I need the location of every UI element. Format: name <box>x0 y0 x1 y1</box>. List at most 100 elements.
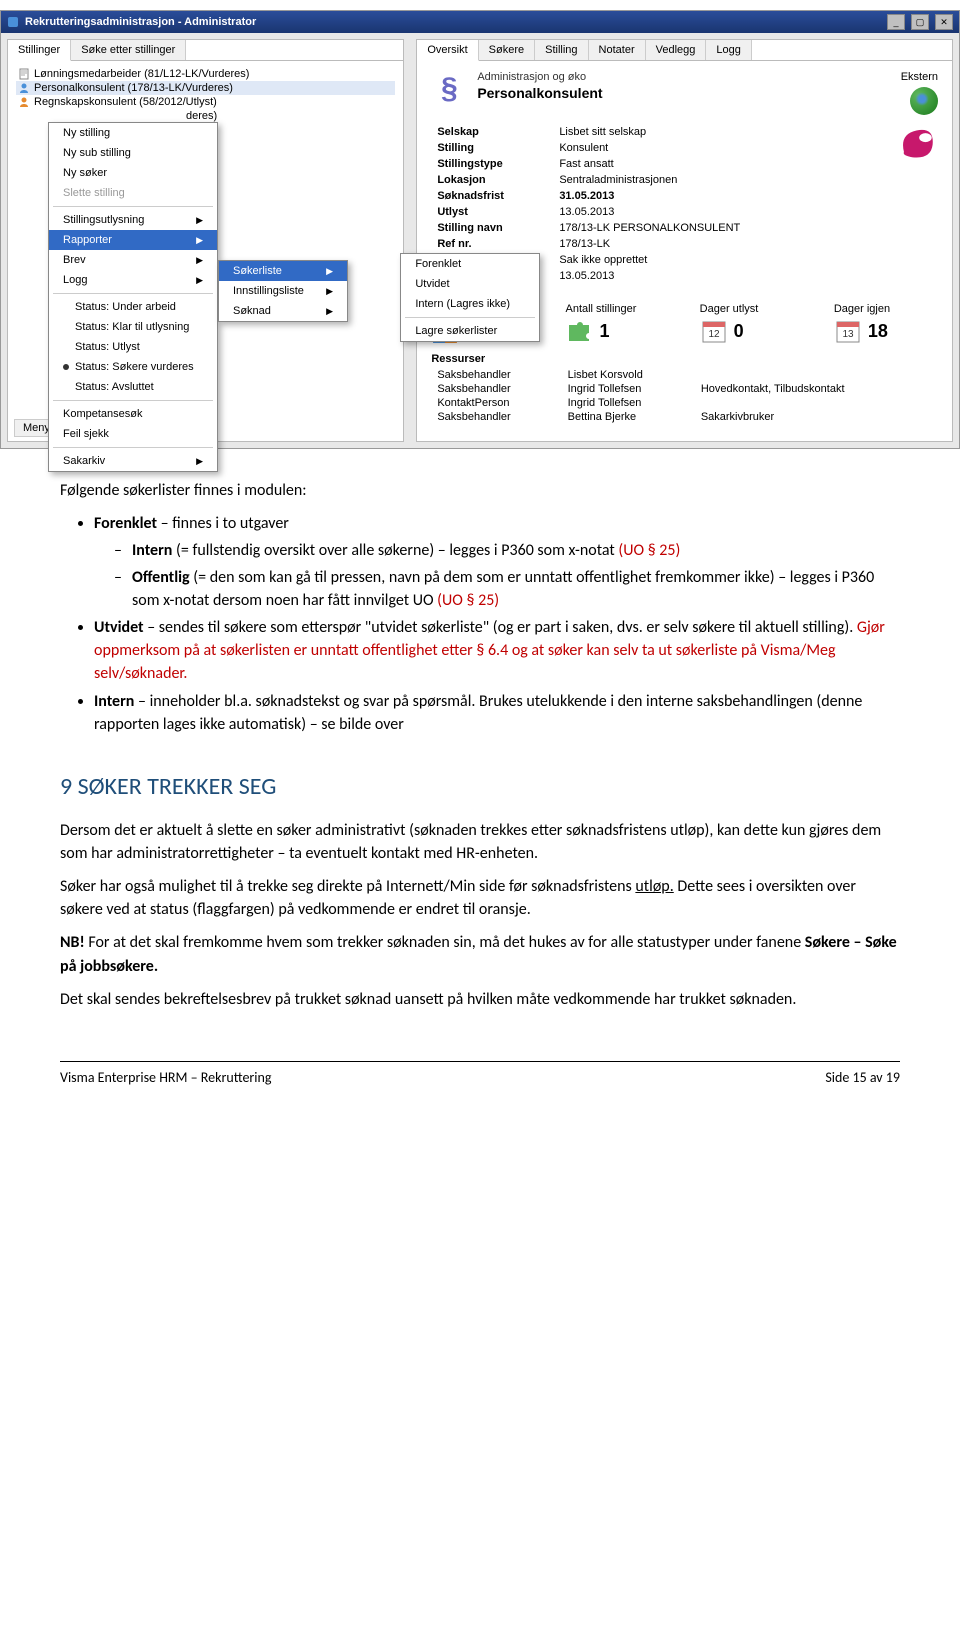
ctx-label: Rapporter <box>63 234 112 246</box>
tree-item-label: Lønningsmedarbeider (81/L12-LK/Vurderes) <box>34 68 249 80</box>
sub-sokerliste[interactable]: Søkerliste ▶ <box>219 261 347 281</box>
ctx-label: Status: Avsluttet <box>75 381 154 393</box>
chevron-right-icon: ▶ <box>326 286 333 297</box>
sub2-forenklet[interactable]: Forenklet <box>401 254 539 274</box>
window-title: Rekrutteringsadministrasjon - Administra… <box>25 16 881 28</box>
chevron-right-icon: ▶ <box>196 235 203 246</box>
body-text: (= fullstendig oversikt over alle søkern… <box>172 541 618 560</box>
bold-text: Offentlig <box>132 568 190 587</box>
close-button[interactable]: ✕ <box>935 14 953 30</box>
body-text: For at det skal fremkomme hvem som trekk… <box>85 933 805 952</box>
maximize-button[interactable]: ▢ <box>911 14 929 30</box>
paragraph: NB! For at det skal fremkomme hvem som t… <box>60 931 900 977</box>
ressurser-header: Ressurser <box>431 353 938 365</box>
ctx-label: Innstillingsliste <box>233 285 304 297</box>
ctx-label: Sakarkiv <box>63 455 105 467</box>
ctx-label: Søknad <box>233 305 271 317</box>
ctx-kompetansesok[interactable]: Kompetansesøk <box>49 404 217 424</box>
sub-innstilling[interactable]: Innstillingsliste ▶ <box>219 281 347 301</box>
ctx-status-utlyst[interactable]: Status: Utlyst <box>49 337 217 357</box>
rtab-sokere[interactable]: Søkere <box>479 40 535 60</box>
kv-row: StillingstypeFast ansatt <box>433 157 883 171</box>
ctx-sakarkiv[interactable]: Sakarkiv ▶ <box>49 451 217 471</box>
ctx-ny-soker[interactable]: Ny søker <box>49 163 217 183</box>
minimize-button[interactable]: _ <box>887 14 905 30</box>
ctx-label: Status: Søkere vurderes <box>75 361 194 373</box>
paragraph: Søker har også mulighet til å trekke seg… <box>60 875 900 921</box>
tree-item[interactable]: Lønningsmedarbeider (81/L12-LK/Vurderes) <box>16 67 395 81</box>
ctx-ny-sub[interactable]: Ny sub stilling <box>49 143 217 163</box>
bold-text: Intern <box>94 692 134 711</box>
tree-item-selected[interactable]: Personalkonsulent (178/13-LK/Vurderes) <box>16 81 395 95</box>
svg-text:12: 12 <box>708 329 720 340</box>
ctx-label: Søkerliste <box>233 265 282 277</box>
paragraph: Det skal sendes bekreftelsesbrev på truk… <box>60 988 900 1011</box>
calendar-icon: 13 <box>834 317 862 345</box>
svg-text:13: 13 <box>842 329 854 340</box>
ctx-status-under[interactable]: Status: Under arbeid <box>49 297 217 317</box>
body-text: (= den som kan gå til pressen, navn på d… <box>132 568 874 610</box>
list-item: Forenklet – finnes i to utgaver Intern (… <box>94 512 900 612</box>
ctx-brev[interactable]: Brev▶ <box>49 250 217 270</box>
underline-text: utløp. <box>635 877 673 896</box>
ctx-logg[interactable]: Logg▶ <box>49 270 217 290</box>
res-row: SaksbehandlerIngrid TollefsenHovedkontak… <box>433 383 936 395</box>
red-text: (UO § 25) <box>618 541 680 560</box>
person-icon <box>18 82 30 94</box>
company-logo <box>895 123 938 163</box>
sub2-utvidet[interactable]: Utvidet <box>401 274 539 294</box>
bold-text: Utvidet <box>94 618 144 637</box>
kv-row: Utlyst13.05.2013 <box>433 205 883 219</box>
submenu-sokerliste: Forenklet Utvidet Intern (Lagres ikke) L… <box>400 253 540 342</box>
tree-item-partial[interactable]: deres) <box>16 109 395 123</box>
bold-text: NB! <box>60 933 85 952</box>
left-panel: Stillinger Søke etter stillinger Lønning… <box>7 39 404 442</box>
tree-item-label: Personalkonsulent (178/13-LK/Vurderes) <box>34 82 233 94</box>
ctx-feilsjekk[interactable]: Feil sjekk <box>49 424 217 444</box>
ctx-slette[interactable]: Slette stilling <box>49 183 217 203</box>
bold-text: Forenklet <box>94 514 157 533</box>
ctx-status-avsluttet[interactable]: Status: Avsluttet <box>49 377 217 397</box>
kv-row: LokasjonSentraladministrasjonen <box>433 173 883 187</box>
rtab-stilling[interactable]: Stilling <box>535 40 588 60</box>
tree-item[interactable]: Regnskapskonsulent (58/2012/Utlyst) <box>16 95 395 109</box>
tab-stillinger[interactable]: Stillinger <box>8 40 71 61</box>
ekstern-label: Ekstern <box>901 71 938 83</box>
footer-right: Side 15 av 19 <box>825 1068 900 1088</box>
ctx-status-vurderes[interactable]: Status: Søkere vurderes <box>49 357 217 377</box>
bullet-list: Forenklet – finnes i to utgaver Intern (… <box>60 512 900 736</box>
ctx-status-klar[interactable]: Status: Klar til utlysning <box>49 317 217 337</box>
ctx-label: Stillingsutlysning <box>63 214 144 226</box>
tab-soke-etter[interactable]: Søke etter stillinger <box>71 40 186 60</box>
list-item: Intern – inneholder bl.a. søknadstekst o… <box>94 690 900 736</box>
stat-stillinger: Antall stillinger 1 <box>565 303 669 345</box>
chevron-right-icon: ▶ <box>196 275 203 286</box>
sub2-lagre[interactable]: Lagre søkerlister <box>401 321 539 341</box>
tree-item-label: deres) <box>186 110 217 122</box>
kv-row: Stilling navn178/13-LK PERSONALKONSULENT <box>433 221 883 235</box>
chevron-right-icon: ▶ <box>196 456 203 467</box>
body-text: – finnes i to utgaver <box>157 514 289 533</box>
rtab-logg[interactable]: Logg <box>706 40 751 60</box>
ctx-label: Brev <box>63 254 86 266</box>
ctx-ny-stilling[interactable]: Ny stilling <box>49 123 217 143</box>
ctx-label: Status: Utlyst <box>75 341 140 353</box>
list-item: Intern (= fullstendig oversikt over alle… <box>114 539 900 562</box>
list-item: Utvidet – sendes til søkere som etterspø… <box>94 616 900 686</box>
body-text: – sendes til søkere som etterspør "utvid… <box>144 618 857 637</box>
ctx-stillingsutlysning[interactable]: Stillingsutlysning▶ <box>49 210 217 230</box>
person-icon <box>18 96 30 108</box>
ctx-rapporter[interactable]: Rapporter ▶ <box>49 230 217 250</box>
rtab-notater[interactable]: Notater <box>589 40 646 60</box>
sub-soknad[interactable]: Søknad ▶ <box>219 301 347 321</box>
app-icon <box>7 16 19 28</box>
body-text: – inneholder bl.a. søknadstekst og svar … <box>94 692 862 734</box>
calendar-icon: 12 <box>700 317 728 345</box>
chevron-right-icon: ▶ <box>326 266 333 277</box>
rtab-oversikt[interactable]: Oversikt <box>417 40 478 61</box>
paragraph: Dersom det er aktuelt å slette en søker … <box>60 819 900 865</box>
bold-text: Intern <box>132 541 172 560</box>
rtab-vedlegg[interactable]: Vedlegg <box>646 40 707 60</box>
sub2-intern[interactable]: Intern (Lagres ikke) <box>401 294 539 314</box>
chevron-right-icon: ▶ <box>326 306 333 317</box>
